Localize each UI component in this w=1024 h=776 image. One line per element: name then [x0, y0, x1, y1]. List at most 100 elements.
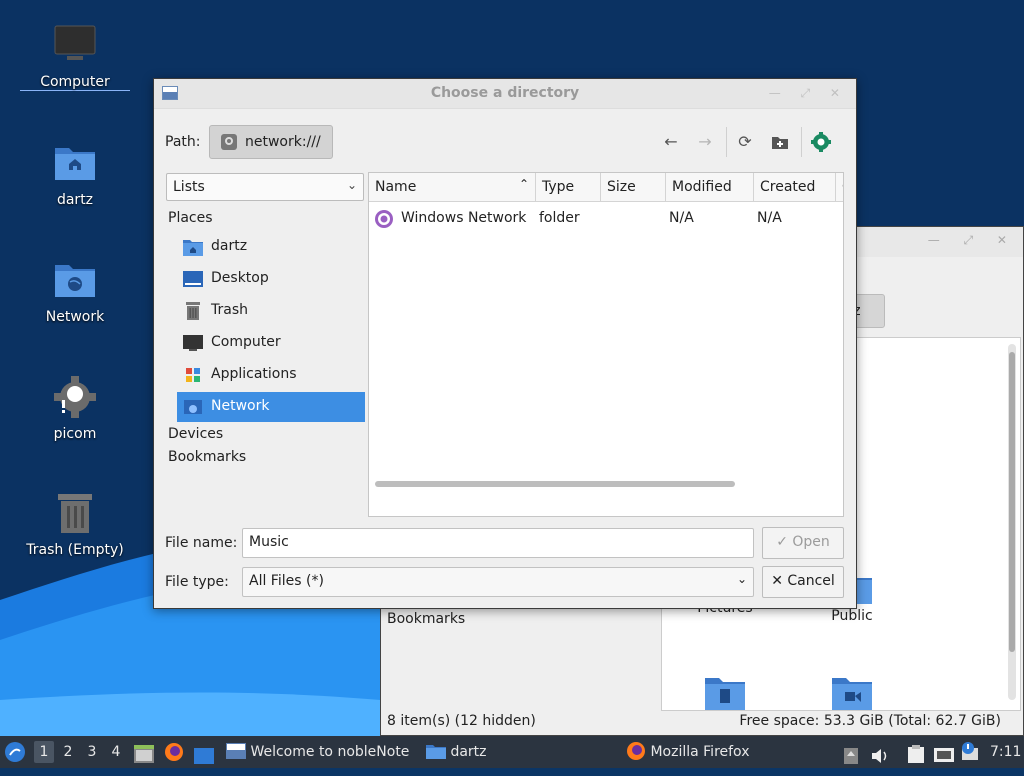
cancel-button[interactable]: ✕ Cancel	[762, 566, 844, 598]
window-controls[interactable]: — ⤢ ✕	[928, 233, 1017, 248]
open-button-label: Open	[792, 534, 830, 550]
settings-gear-icon	[811, 132, 831, 152]
workspace-4[interactable]: 4	[106, 741, 126, 763]
new-folder-button[interactable]	[769, 131, 791, 153]
show-desktop-button[interactable]	[194, 744, 214, 776]
path-segment-label: network:///	[245, 134, 321, 150]
start-menu-button[interactable]	[4, 741, 26, 773]
trash-icon	[186, 302, 200, 320]
open-button[interactable]: ✓ Open	[762, 527, 844, 559]
path-segment-button[interactable]: network:///	[209, 125, 333, 159]
sidebar-item-desktop[interactable]: Desktop	[177, 264, 365, 294]
file-type-select[interactable]: All Files (*) ⌄	[242, 567, 754, 597]
view-mode-select[interactable]: Lists ⌄	[166, 173, 364, 201]
desktop-icon-network[interactable]: Network	[20, 257, 130, 325]
package-icon	[844, 748, 858, 764]
column-header-type[interactable]: Type	[536, 173, 601, 202]
network-share-icon	[375, 210, 393, 228]
sidebar-item-trash[interactable]: Trash	[177, 296, 365, 326]
desktop-icon-computer[interactable]: Computer	[20, 22, 130, 91]
show-desktop-icon	[194, 748, 214, 764]
sidebar-item-label: Trash	[211, 302, 248, 318]
network-icon	[184, 400, 202, 414]
applications-icon	[186, 368, 200, 382]
firefox-icon	[165, 743, 183, 761]
close-icon: ✕	[771, 573, 783, 589]
horizontal-scrollbar[interactable]	[375, 481, 735, 487]
status-free-space: Free space: 53.3 GiB (Total: 62.7 GiB)	[739, 713, 1001, 729]
hidden-files-toggle[interactable]	[810, 131, 832, 153]
column-header-created[interactable]: Created	[754, 173, 836, 202]
reload-button[interactable]: ⟳	[734, 131, 756, 153]
clock[interactable]: 7:11	[990, 736, 1021, 768]
chevron-down-icon: ⌄	[346, 178, 357, 192]
column-header-name[interactable]: Name ⌃	[369, 173, 536, 202]
chevron-down-icon: ⌄	[736, 572, 747, 586]
home-folder-icon	[183, 240, 203, 256]
tray-notifications[interactable]	[960, 742, 980, 774]
tray-updates[interactable]	[844, 744, 858, 776]
sidebar-item-label: Applications	[211, 366, 297, 382]
desktop-icon-picom[interactable]: picom	[20, 374, 130, 442]
documents-folder-icon[interactable]	[680, 674, 770, 714]
clipboard-icon	[908, 745, 924, 763]
file-list-view[interactable]: Name ⌃ Type Size Modified Created C Wind…	[368, 172, 844, 517]
desktop-icon-label: picom	[53, 426, 97, 442]
firefox-launcher[interactable]	[164, 742, 184, 774]
sidebar-item-dartz[interactable]: dartz	[177, 232, 365, 262]
sort-ascending-icon: ⌃	[518, 177, 529, 191]
column-header-size[interactable]: Size	[601, 173, 666, 202]
places-heading[interactable]: Places	[168, 210, 213, 226]
dialog-titlebar[interactable]: Choose a directory — ⤢ ✕	[154, 79, 856, 109]
file-manager-launcher[interactable]	[134, 743, 154, 775]
desktop-icon-dartz[interactable]: dartz	[20, 140, 130, 208]
reload-icon: ⟳	[738, 132, 752, 151]
tray-network[interactable]	[934, 744, 954, 776]
file-manager-icon	[134, 745, 154, 763]
toolbar-separator	[726, 127, 727, 157]
home-folder-icon	[52, 140, 98, 186]
taskbar: 1 2 3 4 Welcome to nobleNote dartz Mozil…	[0, 736, 1024, 768]
sidebar-item-label: Desktop	[211, 270, 269, 286]
window-app-icon	[226, 743, 246, 759]
videos-folder-icon[interactable]	[807, 674, 897, 714]
file-name-input[interactable]: Music	[242, 528, 754, 558]
column-header-modified[interactable]: Modified	[666, 173, 754, 202]
background-status-bar: 8 item(s) (12 hidden) Free space: 53.3 G…	[381, 709, 1023, 735]
task-welcome-noblenote[interactable]: Welcome to nobleNote	[226, 736, 409, 768]
column-header-label: Size	[607, 179, 636, 195]
back-button[interactable]: ←	[660, 131, 682, 153]
sidebar-item-computer[interactable]: Computer	[177, 328, 365, 358]
tray-clipboard[interactable]	[908, 743, 924, 775]
table-row[interactable]: Windows Network folder N/A N/A	[369, 203, 843, 235]
arrow-right-icon: →	[698, 132, 712, 151]
desktop-icon-label: Trash (Empty)	[26, 542, 124, 558]
row-modified: N/A	[669, 210, 694, 226]
file-name-label: File name:	[165, 535, 238, 551]
forward-button[interactable]: →	[694, 131, 716, 153]
workspace-2[interactable]: 2	[58, 741, 78, 763]
desktop-icon-trash[interactable]: Trash (Empty)	[20, 490, 130, 558]
folder-icon	[426, 745, 446, 759]
sidebar-item-applications[interactable]: Applications	[177, 360, 365, 390]
choose-directory-dialog[interactable]: Choose a directory — ⤢ ✕ Path: network:/…	[153, 78, 857, 609]
path-label: Path:	[165, 134, 201, 150]
column-header-label: Created	[760, 179, 816, 195]
dialog-window-controls[interactable]: — ⤢ ✕	[769, 86, 848, 101]
workspace-1[interactable]: 1	[34, 741, 54, 763]
background-vertical-scrollbar[interactable]	[1008, 344, 1016, 700]
background-bookmarks-heading: Bookmarks	[387, 611, 466, 627]
bookmarks-heading[interactable]: Bookmarks	[168, 449, 246, 465]
arrow-left-icon: ←	[664, 132, 678, 151]
task-mozilla-firefox[interactable]: Mozilla Firefox	[626, 736, 749, 768]
task-dartz[interactable]: dartz	[426, 736, 487, 768]
trash-icon	[52, 490, 98, 536]
list-header: Name ⌃ Type Size Modified Created C	[369, 173, 843, 202]
tray-volume[interactable]	[872, 744, 890, 776]
monitor-icon	[183, 335, 203, 351]
devices-heading[interactable]: Devices	[168, 426, 223, 442]
task-label: dartz	[450, 744, 487, 760]
sidebar-item-network[interactable]: Network	[177, 392, 365, 422]
column-header-truncated[interactable]: C	[836, 173, 843, 202]
workspace-3[interactable]: 3	[82, 741, 102, 763]
